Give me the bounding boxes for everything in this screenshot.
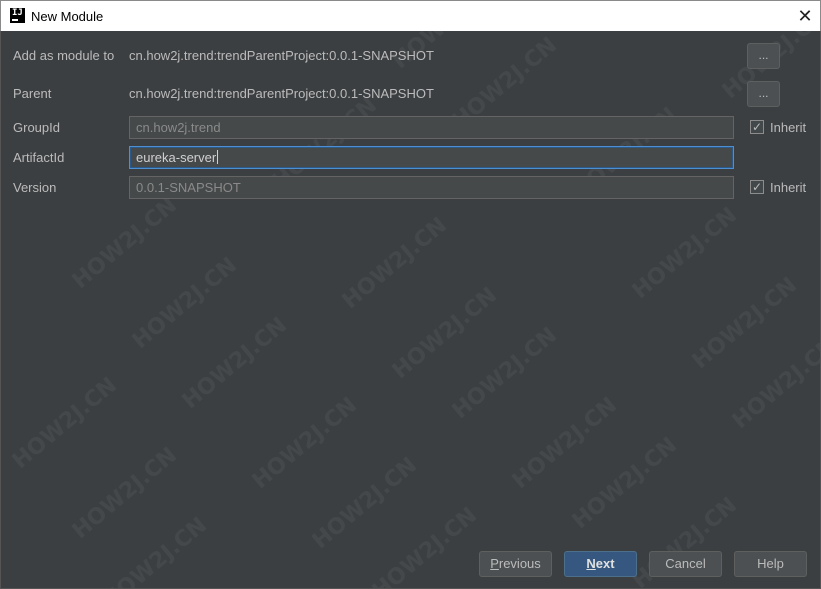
version-field[interactable]: 0.0.1-SNAPSHOT	[129, 176, 734, 199]
text-caret	[217, 150, 219, 164]
previous-button[interactable]: Previous	[479, 551, 552, 577]
version-label: Version	[13, 180, 57, 195]
version-inherit-label[interactable]: Inherit	[770, 180, 806, 195]
watermark-text: HOW2J.CN	[7, 372, 122, 475]
watermark-text: HOW2J.CN	[67, 192, 182, 295]
watermark-text: HOW2J.CN	[567, 432, 682, 535]
add-as-module-browse-button[interactable]: ...	[747, 43, 780, 69]
watermark-text: HOW2J.CN	[507, 392, 622, 495]
cancel-button[interactable]: Cancel	[649, 551, 722, 577]
watermark-text: HOW2J.CN	[627, 202, 742, 305]
watermark-text: HOW2J.CN	[727, 332, 821, 435]
artifact-id-field[interactable]: eureka-server	[129, 146, 734, 169]
watermark-text: HOW2J.CN	[447, 322, 562, 425]
watermark-text: HOW2J.CN	[367, 502, 482, 589]
close-button[interactable]: ✕	[790, 1, 820, 31]
title-bar: IJ New Module ✕	[0, 0, 821, 31]
watermark-text: HOW2J.CN	[337, 212, 452, 315]
window-title: New Module	[31, 9, 104, 24]
group-inherit-checkbox[interactable]: ✓	[750, 120, 764, 134]
artifact-id-label: ArtifactId	[13, 150, 65, 165]
dialog-body: HOW2J.CN HOW2J.CN HOW2J.CN HOW2J.CN HOW2J.CN…	[0, 31, 821, 589]
group-id-field[interactable]: cn.how2j.trend	[129, 116, 734, 139]
watermark-text: HOW2J.CN	[307, 452, 422, 555]
artifact-id-text: eureka-server	[136, 150, 217, 165]
watermark-text: HOW2J.CN	[247, 392, 362, 495]
next-mnemonic: N	[586, 556, 596, 571]
watermark-text: HOW2J.CN	[687, 272, 802, 375]
group-id-label: GroupId	[13, 120, 60, 135]
previous-mnemonic: P	[490, 556, 499, 571]
add-as-module-label: Add as module to	[13, 48, 115, 63]
watermark-text: HOW2J.CN	[97, 512, 212, 589]
add-as-module-value: cn.how2j.trend:trendParentProject:0.0.1-…	[129, 48, 434, 63]
group-inherit-label[interactable]: Inherit	[770, 120, 806, 135]
intellij-icon: IJ	[10, 8, 25, 23]
parent-label: Parent	[13, 86, 52, 101]
previous-label: revious	[498, 556, 541, 571]
watermark-text: HOW2J.CN	[127, 252, 242, 355]
parent-browse-button[interactable]: ...	[747, 81, 780, 107]
watermark-text: HOW2J.CN	[67, 442, 182, 545]
watermark-text: HOW2J.CN	[177, 312, 292, 415]
next-label: ext	[595, 556, 615, 571]
watermark-text: HOW2J.CN	[387, 282, 502, 385]
next-button[interactable]: Next	[564, 551, 637, 577]
help-button[interactable]: Help	[734, 551, 807, 577]
version-inherit-checkbox[interactable]: ✓	[750, 180, 764, 194]
parent-value: cn.how2j.trend:trendParentProject:0.0.1-…	[129, 86, 434, 101]
